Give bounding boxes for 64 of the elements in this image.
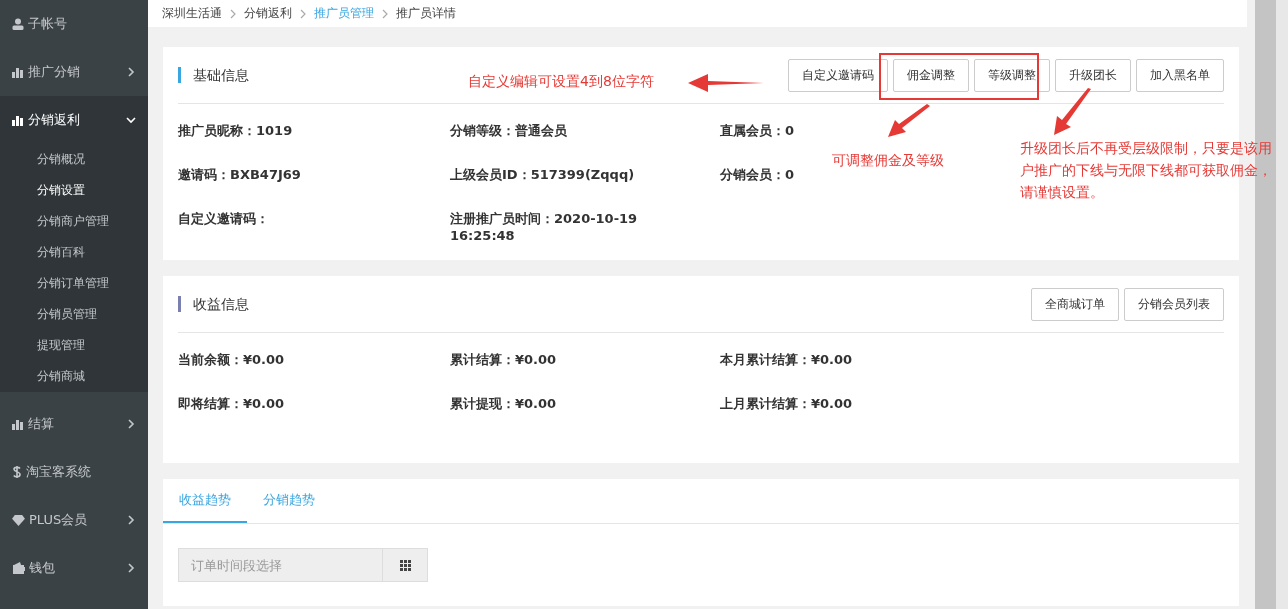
sidebar-item[interactable]: 结算 — [0, 400, 148, 448]
chevron-right-icon — [230, 8, 236, 19]
chevron-right-icon — [126, 515, 136, 525]
sidebar-item[interactable]: 推广分销 — [0, 48, 148, 96]
breadcrumb-item: 推广员详情 — [396, 5, 456, 22]
dollar-icon — [12, 465, 22, 479]
sidebar-subitem[interactable]: 分销概况 — [0, 144, 148, 175]
sidebar-item[interactable]: 分销返利 — [0, 96, 148, 144]
sidebar-subitem[interactable]: 分销商户管理 — [0, 206, 148, 237]
info-field: 自定义邀请码： — [178, 211, 269, 226]
bar-chart-icon — [12, 114, 24, 126]
info-field: 分销会员：0 — [720, 167, 795, 182]
arrow-annotation — [888, 104, 932, 138]
action-button[interactable]: 分销会员列表 — [1124, 287, 1224, 321]
annotation-note: 自定义编辑可设置4到8位字符 — [468, 72, 654, 91]
section-title: 收益信息 — [178, 296, 249, 312]
wallet-icon — [12, 562, 25, 574]
info-field: 分销等级：普通会员 — [450, 123, 567, 138]
date-range-field[interactable]: 订单时间段选择 — [178, 548, 383, 582]
info-field: 即将结算：¥0.00 — [178, 396, 285, 411]
action-button[interactable]: 等级调整 — [974, 58, 1050, 92]
info-field: 当前余额：¥0.00 — [178, 352, 285, 367]
annotation-note: 升级团长后不再受层级限制，只要是该用户推广的下线与无限下线都可获取佣金，请谨慎设置。 — [1020, 139, 1273, 202]
chevron-right-icon — [126, 563, 136, 573]
chevron-right-icon — [300, 8, 306, 19]
grid-icon — [399, 559, 411, 571]
chevron-right-icon — [126, 419, 136, 429]
info-field: 注册推广员时间：2020-10-19 16:25:48 — [450, 210, 650, 243]
action-button[interactable]: 自定义邀请码 — [788, 58, 888, 92]
info-field: 推广员昵称：1019 — [178, 123, 293, 138]
breadcrumb-item: 深圳生活通 — [162, 5, 222, 22]
sidebar-item[interactable]: 子帐号 — [0, 0, 148, 48]
calendar-button[interactable] — [383, 548, 428, 582]
info-field: 累计提现：¥0.00 — [450, 396, 557, 411]
info-field: 邀请码：BXB47J69 — [178, 167, 301, 182]
info-field: 本月累计结算：¥0.00 — [720, 352, 853, 367]
sidebar-item[interactable]: 钱包 — [0, 544, 148, 592]
info-field: 累计结算：¥0.00 — [450, 352, 557, 367]
action-button[interactable]: 全商城订单 — [1031, 287, 1119, 321]
sidebar-subitem[interactable]: 分销商城 — [0, 361, 148, 392]
action-button[interactable]: 升级团长 — [1055, 58, 1131, 92]
info-field: 上月累计结算：¥0.00 — [720, 396, 853, 411]
action-button[interactable]: 加入黑名单 — [1136, 58, 1224, 92]
chevron-right-icon — [382, 8, 388, 19]
action-button[interactable]: 佣金调整 — [893, 58, 969, 92]
sidebar-item[interactable]: 淘宝客系统 — [0, 448, 148, 496]
chevron-right-icon — [126, 67, 136, 77]
chevron-down-icon — [126, 115, 136, 125]
section-title: 基础信息 — [178, 67, 249, 83]
info-field: 上级会员ID：517399(Zqqq) — [450, 167, 635, 182]
info-field: 直属会员：0 — [720, 123, 795, 138]
sidebar-item[interactable]: PLUS会员 — [0, 496, 148, 544]
sidebar-subitem[interactable]: 分销订单管理 — [0, 268, 148, 299]
arrow-annotation — [1052, 88, 1092, 136]
bar-chart-icon — [12, 66, 24, 78]
bar-chart-icon — [12, 418, 24, 430]
sidebar-subitem[interactable]: 分销百科 — [0, 237, 148, 268]
person-icon — [12, 18, 24, 30]
sidebar-subitem[interactable]: 提现管理 — [0, 330, 148, 361]
sidebar-subitem[interactable]: 分销设置 — [0, 175, 148, 206]
annotation-note: 可调整佣金及等级 — [832, 151, 944, 170]
breadcrumb-item: 分销返利 — [244, 5, 292, 22]
sidebar-subitem[interactable]: 分销员管理 — [0, 299, 148, 330]
diamond-icon — [12, 514, 25, 526]
